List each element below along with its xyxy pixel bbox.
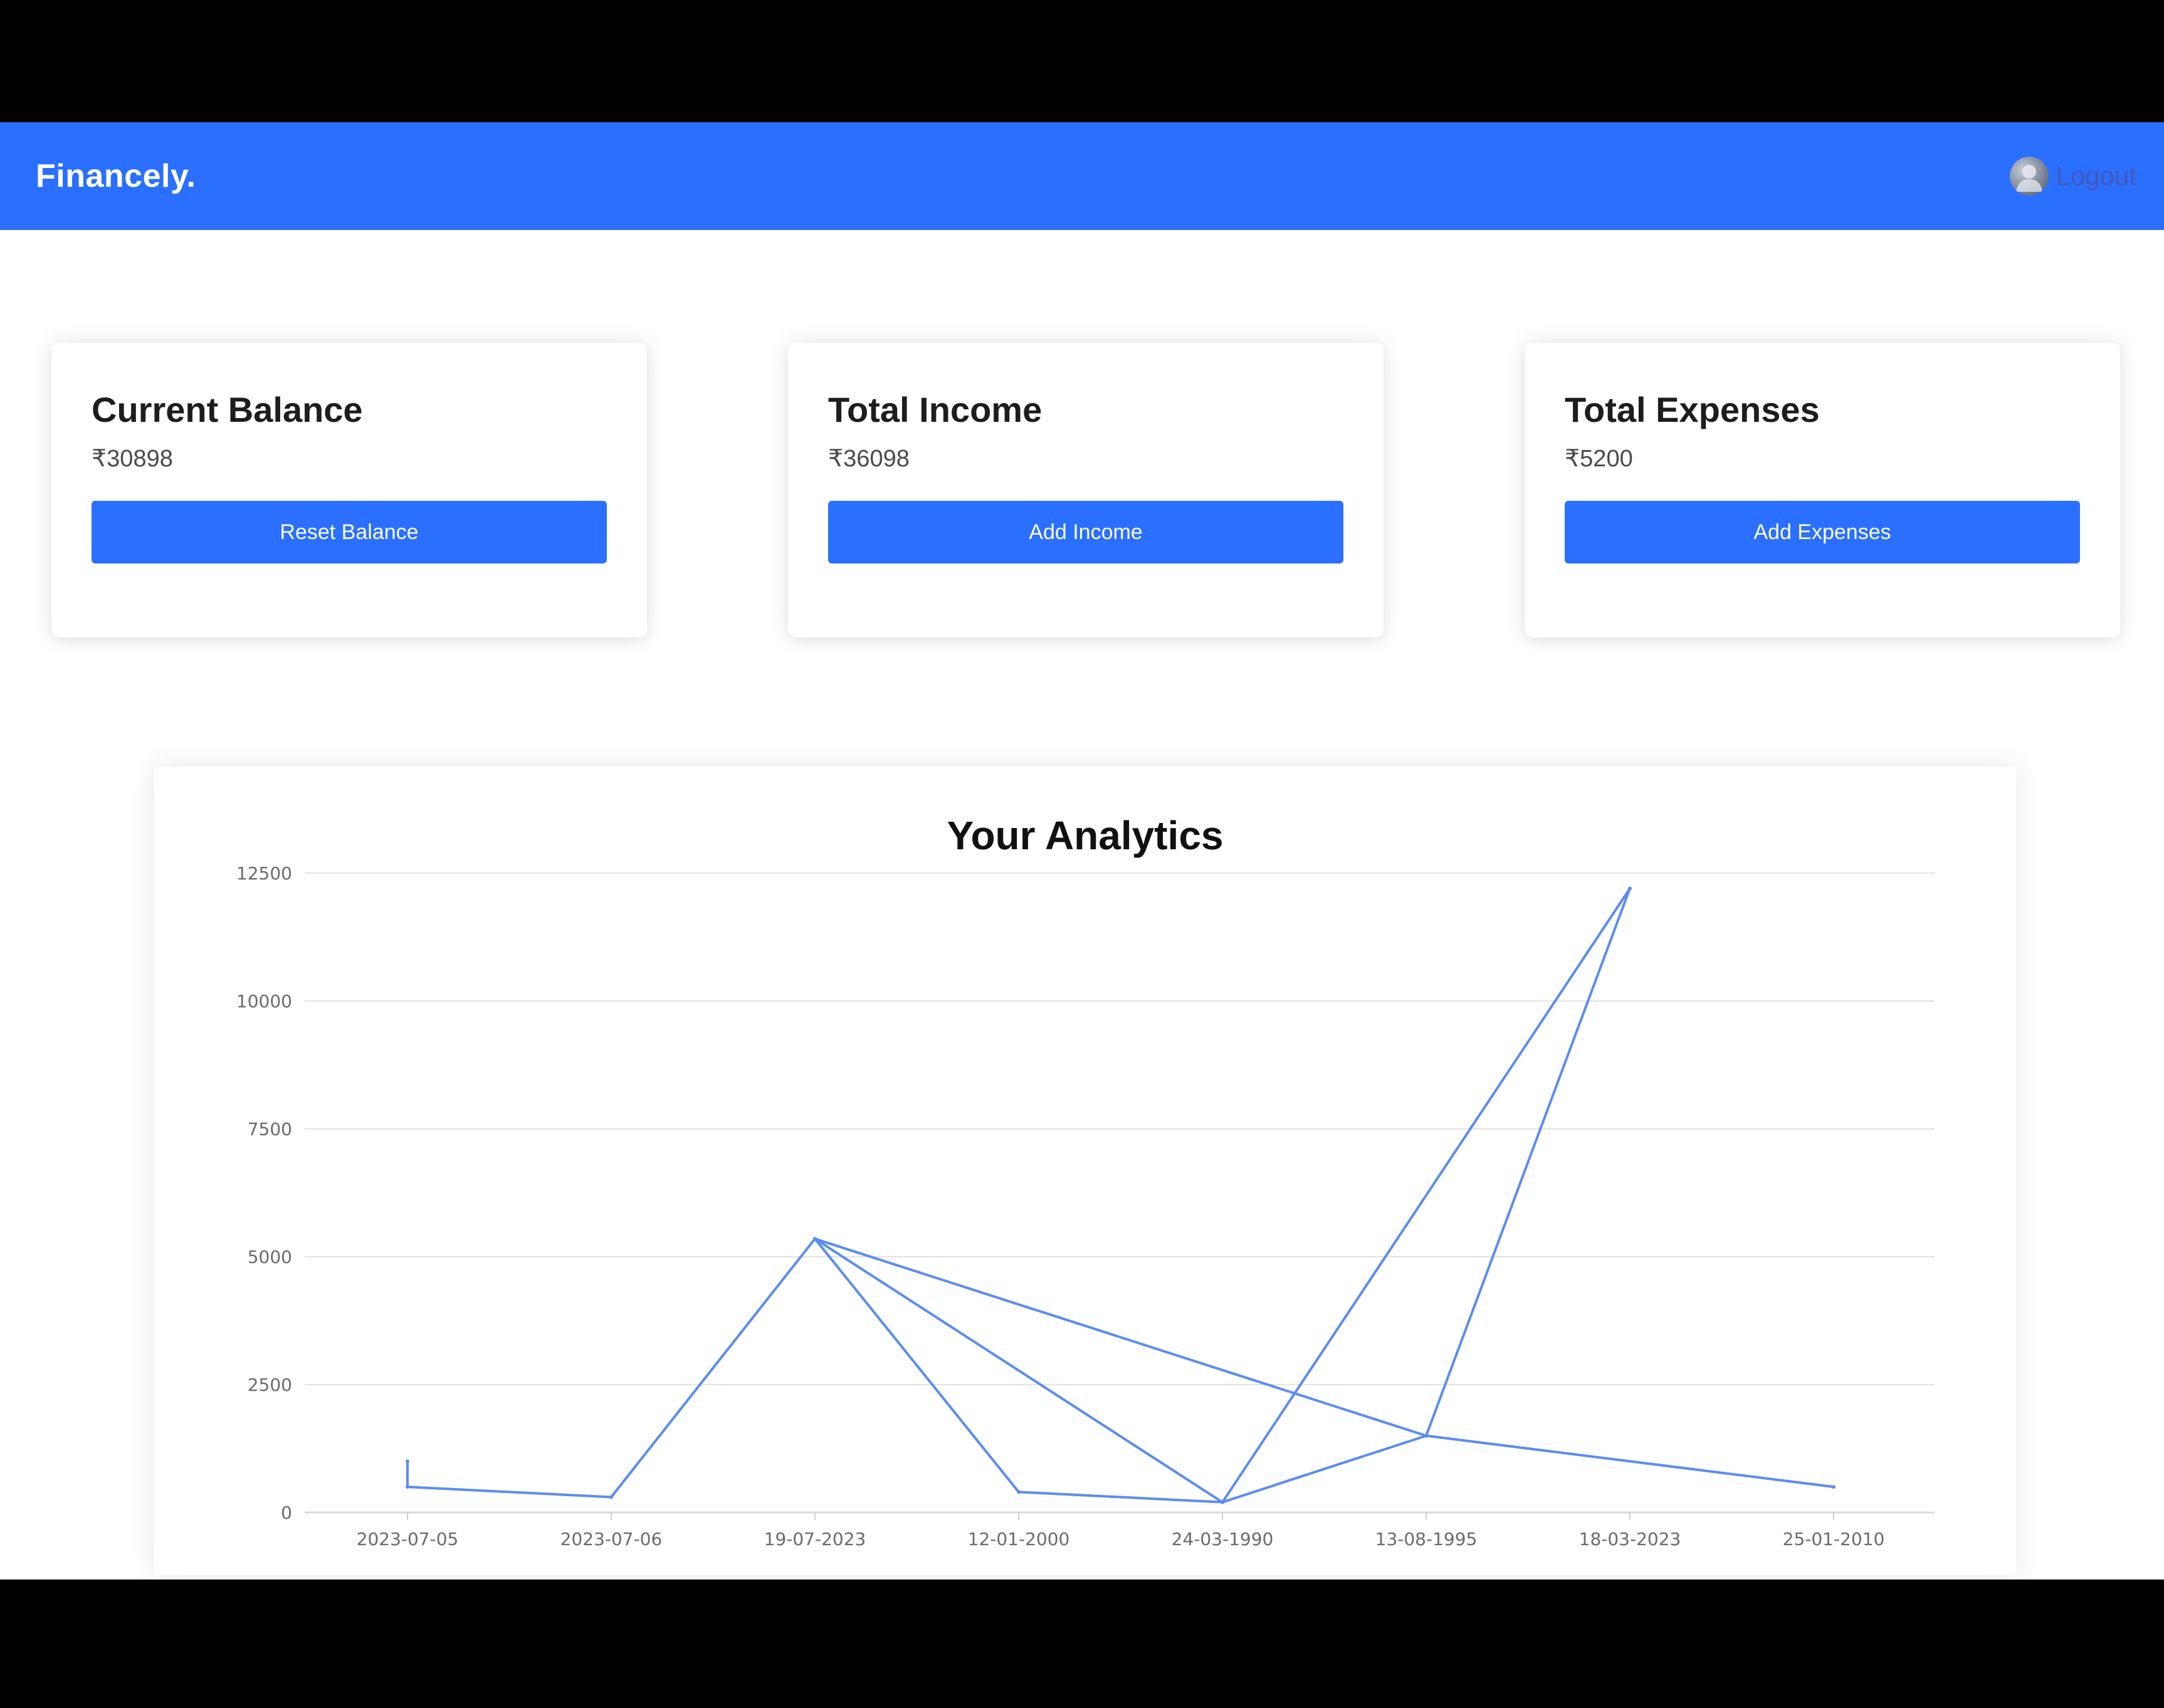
data-point xyxy=(609,1495,613,1499)
analytics-line-chart: 0 2500 5000 7500 10000 12500 2023-07-05 2023-07… xyxy=(236,863,1935,1549)
y-tick-label: 7500 xyxy=(248,1119,292,1140)
x-tick-label: 24-03-1990 xyxy=(1172,1529,1274,1549)
logout-link[interactable]: Logout xyxy=(2056,157,2136,195)
data-point xyxy=(1832,1485,1836,1489)
card-title: Total Expenses xyxy=(1565,390,1820,429)
x-tick-label: 2023-07-05 xyxy=(357,1529,459,1549)
y-tick-label: 10000 xyxy=(236,991,292,1012)
expenses-value: ₹5200 xyxy=(1565,446,1633,472)
income-value: ₹36098 xyxy=(828,446,910,472)
balance-value: ₹30898 xyxy=(92,446,173,472)
data-point xyxy=(1628,886,1632,891)
data-point xyxy=(406,1485,409,1489)
y-tick-label: 2500 xyxy=(248,1375,292,1395)
data-point xyxy=(1221,1500,1224,1504)
data-point xyxy=(1017,1490,1021,1494)
total-expenses-card: Total Expenses ₹5200 Add Expenses xyxy=(1525,343,2120,637)
x-tick-label: 13-08-1995 xyxy=(1375,1529,1478,1549)
x-tick-label: 2023-07-06 xyxy=(560,1529,663,1549)
logout-control[interactable]: Logout xyxy=(2009,151,2136,201)
y-tick-label: 0 xyxy=(281,1502,292,1523)
x-tick-label: 19-07-2023 xyxy=(764,1529,866,1549)
data-point xyxy=(1424,1433,1428,1438)
data-point xyxy=(406,1459,409,1464)
data-point xyxy=(813,1237,817,1241)
brand-logo[interactable]: Financely. xyxy=(36,154,196,199)
app-screen: Financely. Logout Current Balance ₹30898… xyxy=(0,122,2164,1580)
add-income-button[interactable]: Add Income xyxy=(828,501,1343,563)
x-tick-label: 25-01-2010 xyxy=(1783,1529,1885,1549)
card-title: Total Income xyxy=(828,390,1043,429)
total-income-card: Total Income ₹36098 Add Income xyxy=(788,343,1384,637)
add-expenses-button[interactable]: Add Expenses xyxy=(1565,501,2080,563)
avatar[interactable] xyxy=(2009,157,2049,196)
current-balance-card: Current Balance ₹30898 Reset Balance xyxy=(51,343,647,637)
y-tick-label: 12500 xyxy=(236,863,292,884)
x-tick-label: 18-03-2023 xyxy=(1579,1529,1681,1549)
reset-balance-button[interactable]: Reset Balance xyxy=(92,501,607,563)
series-line xyxy=(406,887,1834,1504)
top-navbar: Financely. Logout xyxy=(0,122,2164,230)
analytics-chart-panel: Your Analytics 0 2500 5000 7500 10000 12500 20… xyxy=(154,767,2016,1575)
card-title: Current Balance xyxy=(92,390,363,429)
y-tick-label: 5000 xyxy=(248,1247,292,1267)
user-avatar-icon xyxy=(2015,165,2042,192)
x-tick-label: 12-01-2000 xyxy=(968,1529,1070,1549)
